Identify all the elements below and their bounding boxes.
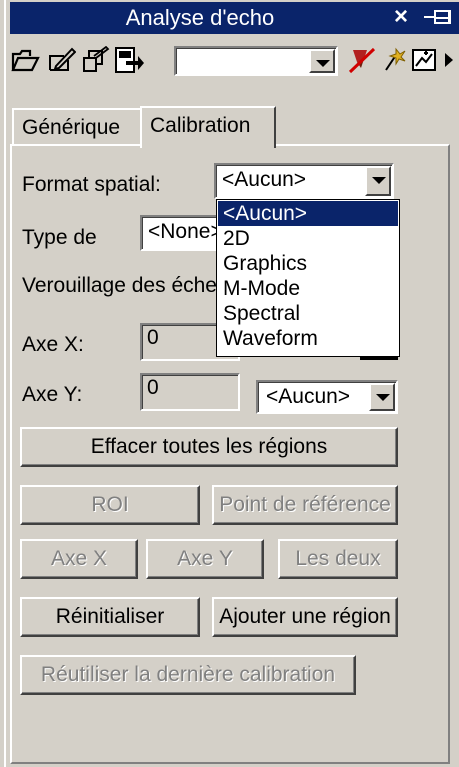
format-spatial-label: Format spatial: <box>22 173 161 196</box>
erase-icon[interactable] <box>347 46 377 74</box>
chevron-down-icon[interactable] <box>309 49 335 73</box>
lock-scales-label: Verouillage des échelles <box>22 274 249 297</box>
chevron-down-icon[interactable] <box>369 383 395 411</box>
axe-y-button[interactable]: Axe Y <box>146 539 264 579</box>
axe-x-label: Axe X: <box>22 333 84 356</box>
open-folder-icon[interactable] <box>10 46 40 74</box>
axe-y-value: 0 <box>147 376 159 399</box>
tab-strip: Générique Calibration <box>10 106 459 148</box>
tab-calibration-label: Calibration <box>150 114 251 137</box>
format-spatial-dropdown: <Aucun> 2D Graphics M-Mode Spectral Wave… <box>216 199 400 357</box>
format-spatial-value: <Aucun> <box>222 168 307 191</box>
dropdown-option[interactable]: Waveform <box>218 326 398 351</box>
dropdown-option[interactable]: Graphics <box>218 251 398 276</box>
axe-y-field[interactable]: 0 <box>140 373 240 411</box>
both-axes-label: Les deux <box>295 547 381 570</box>
export-icon[interactable] <box>114 46 144 74</box>
clear-all-regions-label: Effacer toutes les régions <box>90 435 328 458</box>
axe-x-value: 0 <box>147 326 159 349</box>
reuse-last-calibration-button[interactable]: Réutiliser la dernière calibration <box>20 655 356 695</box>
dropdown-option[interactable]: <Aucun> <box>218 201 398 226</box>
reuse-last-calibration-label: Réutiliser la dernière calibration <box>40 663 336 686</box>
dropdown-option[interactable]: M-Mode <box>218 276 398 301</box>
axe-x-button-label: Axe X <box>50 547 108 570</box>
axe-x-button[interactable]: Axe X <box>20 539 138 579</box>
axe-y-button-label: Axe Y <box>177 547 233 570</box>
more-arrow-icon[interactable] <box>442 46 456 74</box>
both-axes-button[interactable]: Les deux <box>278 539 398 579</box>
title-bar: Analyse d'echo × <box>10 2 459 34</box>
roi-button[interactable]: ROI <box>20 485 200 525</box>
add-region-label: Ajouter une région <box>219 605 391 628</box>
reference-point-button[interactable]: Point de référence <box>212 485 398 525</box>
toolbar <box>10 40 459 80</box>
window-title: Analyse d'echo <box>125 5 275 30</box>
dropdown-option[interactable]: Spectral <box>218 301 398 326</box>
tab-calibration[interactable]: Calibration <box>140 106 276 148</box>
tab-generique[interactable]: Générique <box>12 108 142 146</box>
wizard-icon[interactable] <box>378 46 408 74</box>
type-value: <None> <box>148 220 223 243</box>
axe-y-label: Axe Y: <box>22 383 83 406</box>
axe-y-unit-select[interactable]: <Aucun> <box>256 380 398 414</box>
edit-icon[interactable] <box>46 46 76 74</box>
axe-y-unit-value: <Aucun> <box>266 385 351 408</box>
clear-all-regions-button[interactable]: Effacer toutes les régions <box>20 427 398 467</box>
dropdown-option[interactable]: 2D <box>218 226 398 251</box>
reference-point-label: Point de référence <box>219 493 391 516</box>
pin-icon[interactable] <box>424 9 452 25</box>
tab-generique-label: Générique <box>22 116 121 139</box>
reset-label: Réinitialiser <box>55 605 165 628</box>
chart-icon[interactable] <box>410 46 440 74</box>
reset-button[interactable]: Réinitialiser <box>20 597 200 637</box>
copy-icon[interactable] <box>80 46 110 74</box>
add-region-button[interactable]: Ajouter une région <box>212 597 398 637</box>
type-label: Type de <box>22 226 97 249</box>
roi-label: ROI <box>91 493 129 516</box>
toolbar-combo[interactable] <box>174 46 338 76</box>
chevron-down-icon[interactable] <box>365 166 391 196</box>
format-spatial-select[interactable]: <Aucun> <box>214 163 394 199</box>
close-icon[interactable]: × <box>394 3 408 31</box>
